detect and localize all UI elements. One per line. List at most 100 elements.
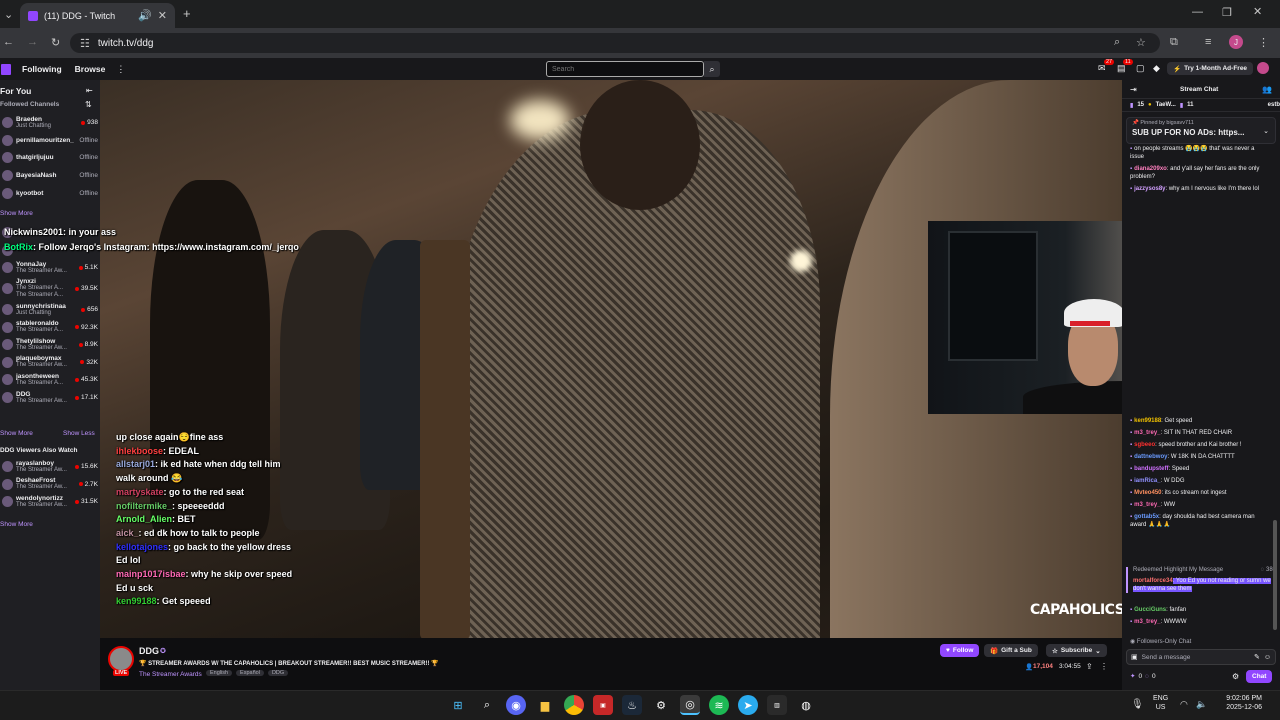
epic-games-icon[interactable]: ▥ [767,695,787,715]
chrome-icon[interactable] [564,695,584,715]
more-options-icon[interactable]: ⋮ [1100,662,1108,671]
channel-row[interactable]: DeshaeFrost The Streamer Aw... 2.7K [0,476,100,494]
chat-username[interactable]: gottab5x [1134,514,1159,520]
highlight-user[interactable]: mortalforce34 [1133,578,1173,584]
show-more-link-2[interactable]: Show More [0,430,33,437]
chat-username[interactable]: diana209xo [1134,166,1167,172]
extensions-icon[interactable]: ⧉ [1170,36,1178,49]
channel-name[interactable]: DDG [139,646,159,656]
windows-start-icon[interactable]: ⊞ [448,695,468,715]
profile-avatar[interactable]: J [1229,35,1243,49]
channel-row[interactable]: sunnychristinaa Just Chatting 656 [0,301,100,319]
chat-badge-icon[interactable]: ▣ [1131,653,1138,661]
chat-input[interactable]: ▣ Send a message ✎ ☺ [1126,649,1276,665]
chat-username[interactable]: mainp1017isbae [116,569,186,579]
chat-username[interactable]: Arnold_Alien [116,514,172,524]
channel-row[interactable]: kyootbot Offline [0,184,100,202]
site-info-icon[interactable]: ☷ [80,37,90,50]
gift-sub-button[interactable]: 🎁 Gift a Sub [984,644,1038,657]
chrome-active-icon[interactable]: ◎ [680,695,700,715]
chat-username[interactable]: nofiltermike_ [116,501,172,511]
chat-scrollbar[interactable] [1273,520,1277,630]
tab-close-icon[interactable]: ✕ [158,9,167,22]
chat-username[interactable]: ihlekboose [116,446,163,456]
forward-icon[interactable]: → [27,36,38,48]
chat-send-button[interactable]: Chat [1246,670,1273,683]
channel-row[interactable]: Thetylilshow The Streamer Aw... 8.9K [0,336,100,354]
minimize-icon[interactable]: — [1192,6,1203,18]
file-explorer-icon[interactable]: ▆ [535,695,555,715]
chat-username[interactable]: bandupsteff [1134,466,1168,472]
channel-row[interactable]: Jynxzi The Streamer A... The Streamer A...… [0,277,100,301]
chat-username[interactable]: aick_ [116,528,139,538]
stream-category[interactable]: The Streamer Awards [139,671,202,678]
channel-row[interactable]: BayesiaNash Offline [0,167,100,185]
twitch-logo-icon[interactable] [1,63,11,75]
new-tab-icon[interactable]: + [183,6,191,21]
discord-icon[interactable]: ◉ [506,695,526,715]
channel-row[interactable]: jasontheween The Streamer A... 45.3K [0,371,100,389]
share-icon[interactable]: ⇪ [1086,662,1093,671]
ad-free-button[interactable]: ⚡ Try 1-Month Ad-Free [1167,62,1254,75]
reload-icon[interactable]: ↻ [51,36,60,49]
chat-username[interactable]: ken99188 [116,596,157,606]
channel-row[interactable]: DDG The Streamer Aw... 17.1K [0,389,100,407]
chat-users-icon[interactable]: 👥 [1262,85,1272,94]
expand-pin-icon[interactable]: ⌄ [1263,127,1269,135]
chat-username[interactable]: martyskate [116,487,164,497]
chat-username[interactable]: m3_trey_ [1134,619,1160,625]
chat-username[interactable]: allstarj01 [116,459,155,469]
nav-following[interactable]: Following [22,64,62,74]
channel-row[interactable]: stableronaldo The Streamer A... 92.3K [0,318,100,336]
user-avatar[interactable] [1257,62,1269,74]
pinned-message[interactable]: 📌 Pinned by bigsavv711 SUB UP FOR NO ADs… [1126,117,1276,144]
notifications-icon[interactable]: ✉ [1098,63,1106,74]
telegram-icon[interactable]: ➤ [738,695,758,715]
spotify-icon[interactable]: ≋ [709,695,729,715]
chat-username[interactable]: dattnebwoy [1134,454,1167,460]
chat-username[interactable]: iamRica_ [1134,478,1160,484]
microphone-icon[interactable]: 🎙 [1131,699,1144,710]
tab-search-icon[interactable]: ⌄ [4,8,13,21]
search-button-icon[interactable]: ⌕ [704,61,720,77]
sort-icon[interactable]: ⇅ [85,100,92,109]
tag-chip[interactable]: English [206,670,233,676]
volume-icon[interactable]: 🔈 [1196,699,1207,710]
chat-username[interactable]: GucciGuns [1134,607,1166,613]
tag-chip[interactable]: DDG [267,670,289,676]
wifi-icon[interactable]: ◠ [1180,699,1188,710]
emote-icon[interactable]: ☺ [1264,654,1271,661]
chat-username[interactable]: Nickwins2001 [4,227,63,237]
channel-row[interactable]: rayaslanboy The Streamer Aw... 15.6K [0,458,100,476]
subscribe-button[interactable]: ☆ Subscribe ⌄ [1046,644,1107,657]
steam-icon[interactable]: ♨ [622,695,642,715]
language-indicator[interactable]: ENG US [1153,694,1168,712]
channel-row[interactable]: Braeden Just Chatting 938 [0,114,100,132]
chat-username[interactable]: m3_trey_ [1134,430,1160,436]
channel-row[interactable]: plaqueboymax The Streamer Aw... 32K [0,354,100,372]
bits-icon[interactable]: ✎ [1254,653,1260,661]
chat-settings-icon[interactable]: ⚙ [1232,672,1239,681]
app-icon-1[interactable]: ▣ [593,695,613,715]
follow-button[interactable]: ♥ Follow [940,644,980,657]
nav-browse[interactable]: Browse [75,64,106,74]
chat-username[interactable]: kellotajones [116,542,168,552]
show-more-link[interactable]: Show More [0,210,33,217]
nav-more-icon[interactable]: ⋮ [116,64,125,75]
tab-audio-icon[interactable]: 🔊 [138,9,152,22]
prime-crown-icon[interactable]: ◆ [1153,63,1160,74]
channel-row[interactable]: wendolynortizz The Streamer Aw... 31.5K [0,493,100,511]
maximize-icon[interactable]: ❐ [1222,6,1232,19]
chat-username[interactable]: m3_trey_ [1134,502,1160,508]
media-icon[interactable]: ≡ [1205,36,1211,48]
window-close-icon[interactable]: ✕ [1253,5,1262,18]
show-less-link[interactable]: Show Less [63,430,95,437]
chat-username[interactable]: sgbeeo [1134,442,1155,448]
chat-username[interactable]: Mvteo450 [1134,490,1161,496]
bookmark-star-icon[interactable]: ☆ [1136,36,1146,49]
tag-chip[interactable]: Español [236,670,264,676]
show-more-link-3[interactable]: Show More [0,521,33,528]
channel-points[interactable]: ✦ 0 ◌ 0 [1130,672,1156,681]
clock[interactable]: 9:02:06 PM 2025-12-06 [1220,694,1262,712]
collapse-chat-icon[interactable]: ⇥ [1130,85,1137,94]
